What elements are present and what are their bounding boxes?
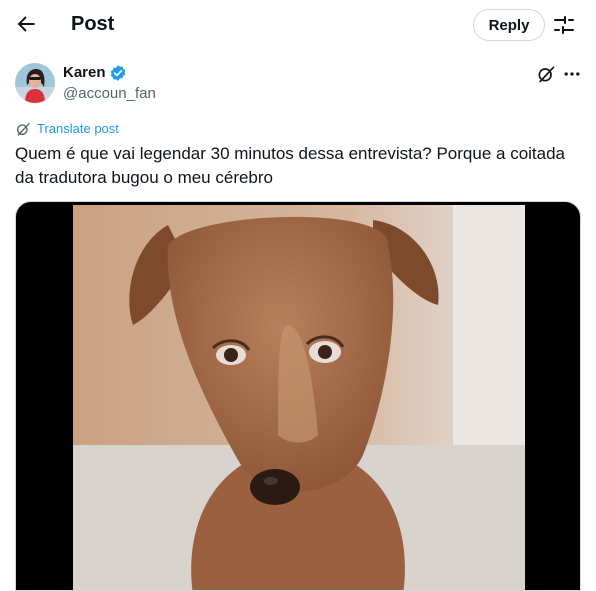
dog-image xyxy=(73,205,525,590)
grok-icon[interactable] xyxy=(536,64,556,84)
translate-post-link[interactable]: Translate post xyxy=(37,121,119,136)
arrow-left-icon[interactable] xyxy=(14,12,38,36)
top-bar: Post Reply xyxy=(0,0,596,50)
more-horizontal-icon[interactable] xyxy=(562,64,582,84)
post-media-image[interactable] xyxy=(15,201,581,591)
translate-icon[interactable] xyxy=(15,121,31,137)
verified-badge-icon xyxy=(110,65,126,81)
page-title: Post xyxy=(71,13,115,35)
avatar[interactable] xyxy=(15,63,55,103)
author-name[interactable]: Karen xyxy=(63,64,106,81)
post-text: Quem é que vai legendar 30 minutos dessa… xyxy=(15,144,566,187)
reply-button[interactable]: Reply xyxy=(473,9,545,41)
author-handle[interactable]: @accoun_fan xyxy=(63,85,156,102)
sliders-icon[interactable] xyxy=(552,13,576,37)
